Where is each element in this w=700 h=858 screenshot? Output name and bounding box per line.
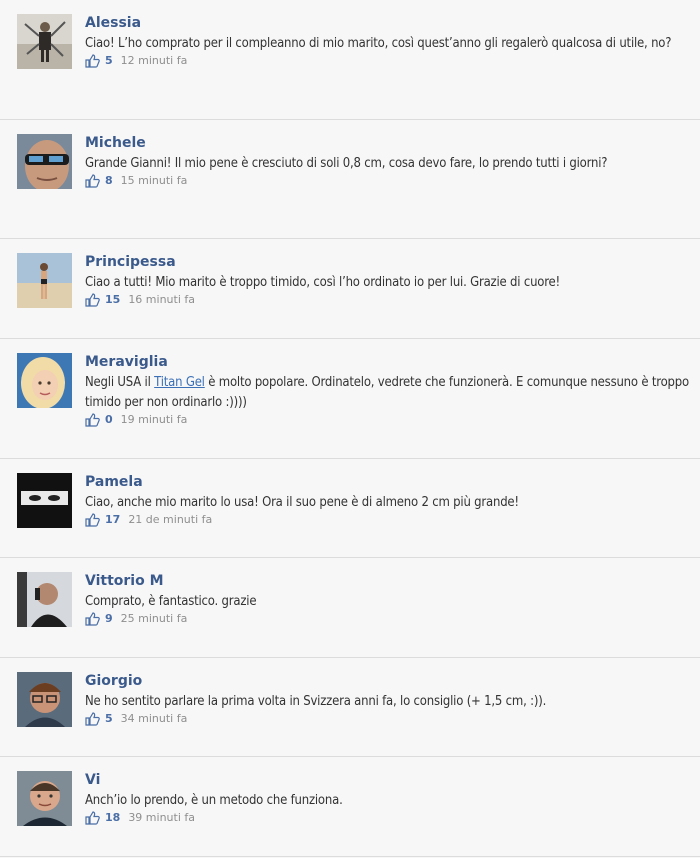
comment-item: Pamela Ciao, anche mio marito lo usa! Or…	[0, 459, 700, 558]
comment-author[interactable]: Vi	[85, 771, 690, 789]
comment-meta: 8 15 minuti fa	[85, 174, 690, 188]
comment-text: Anch’io lo prendo, è un metodo che funzi…	[85, 793, 343, 808]
blonde-woman-icon[interactable]	[17, 353, 72, 408]
man-glasses-icon[interactable]	[17, 672, 72, 727]
comment-meta: 17 21 de minuti fa	[85, 513, 690, 527]
comment-time: 39 minuti fa	[128, 811, 195, 824]
thumbs-up-icon[interactable]	[85, 612, 100, 626]
comment-time: 19 minuti fa	[120, 413, 188, 426]
thumbs-up-icon[interactable]	[85, 712, 100, 726]
comment-text: Ciao! L’ho comprato per il compleanno di…	[85, 36, 672, 51]
woman-beach-icon[interactable]	[17, 253, 72, 308]
comment-text-part: Negli USA il	[85, 375, 155, 390]
comment-meta: 9 25 minuti fa	[85, 612, 690, 626]
comment-item: Vi Anch’io lo prendo, è un metodo che fu…	[0, 757, 700, 857]
like-count: 5	[105, 54, 113, 67]
comment-author[interactable]: Meraviglia	[85, 353, 690, 371]
comment-text: Grande Gianni! Il mio pene è cresciuto d…	[85, 156, 608, 171]
comment-item: Giorgio Ne ho sentito parlare la prima v…	[0, 658, 700, 757]
like-count: 5	[105, 712, 113, 725]
like-count: 8	[105, 174, 113, 187]
like-count: 17	[105, 513, 121, 526]
young-man-icon[interactable]	[17, 771, 72, 826]
like-count: 9	[105, 612, 113, 625]
comment-time: 21 de minuti fa	[128, 513, 213, 526]
person-standing-icon[interactable]	[17, 14, 72, 69]
comment-author[interactable]: Alessia	[85, 14, 690, 32]
comment-feed: Alessia Ciao! L’ho comprato per il compl…	[0, 0, 700, 857]
comment-time: 25 minuti fa	[120, 612, 188, 625]
comment-item: Vittorio M Comprato, è fantastico. grazi…	[0, 558, 700, 658]
comment-meta: 15 16 minuti fa	[85, 293, 690, 307]
like-count: 18	[105, 811, 121, 824]
comment-time: 15 minuti fa	[120, 174, 188, 187]
comment-meta: 18 39 minuti fa	[85, 811, 690, 825]
titan-gel-link[interactable]: Titan Gel	[154, 375, 205, 390]
comment-time: 16 minuti fa	[128, 293, 195, 306]
comment-author[interactable]: Pamela	[85, 473, 690, 491]
man-phone-icon[interactable]	[17, 572, 72, 627]
comment-meta: 0 19 minuti fa	[85, 413, 690, 427]
comment-text: Ciao a tutti! Mio marito è troppo timido…	[85, 275, 561, 290]
thumbs-up-icon[interactable]	[85, 413, 100, 427]
thumbs-up-icon[interactable]	[85, 174, 100, 188]
comment-author[interactable]: Vittorio M	[85, 572, 690, 590]
comment-item: Alessia Ciao! L’ho comprato per il compl…	[0, 0, 700, 120]
comment-item: Michele Grande Gianni! Il mio pene è cre…	[0, 120, 700, 239]
thumbs-up-icon[interactable]	[85, 811, 100, 825]
comment-author[interactable]: Giorgio	[85, 672, 690, 690]
like-count: 15	[105, 293, 121, 306]
comment-author[interactable]: Principessa	[85, 253, 690, 271]
comment-meta: 5 12 minuti fa	[85, 54, 690, 68]
comment-time: 34 minuti fa	[120, 712, 188, 725]
like-count: 0	[105, 413, 113, 426]
man-sunglasses-icon[interactable]	[17, 134, 72, 189]
comment-text: Ne ho sentito parlare la prima volta in …	[85, 694, 547, 709]
comment-time: 12 minuti fa	[120, 54, 188, 67]
comment-meta: 5 34 minuti fa	[85, 712, 690, 726]
comment-text: Comprato, è fantastico. grazie	[85, 594, 257, 609]
comment-item: Meraviglia Negli USA il Titan Gel è molt…	[0, 339, 700, 459]
thumbs-up-icon[interactable]	[85, 513, 100, 527]
veiled-woman-icon[interactable]	[17, 473, 72, 528]
thumbs-up-icon[interactable]	[85, 54, 100, 68]
comment-text: Ciao, anche mio marito lo usa! Ora il su…	[85, 495, 519, 510]
comment-text: Negli USA il Titan Gel è molto popolare.…	[85, 373, 690, 413]
comment-item: Principessa Ciao a tutti! Mio marito è t…	[0, 239, 700, 339]
thumbs-up-icon[interactable]	[85, 293, 100, 307]
comment-author[interactable]: Michele	[85, 134, 690, 152]
